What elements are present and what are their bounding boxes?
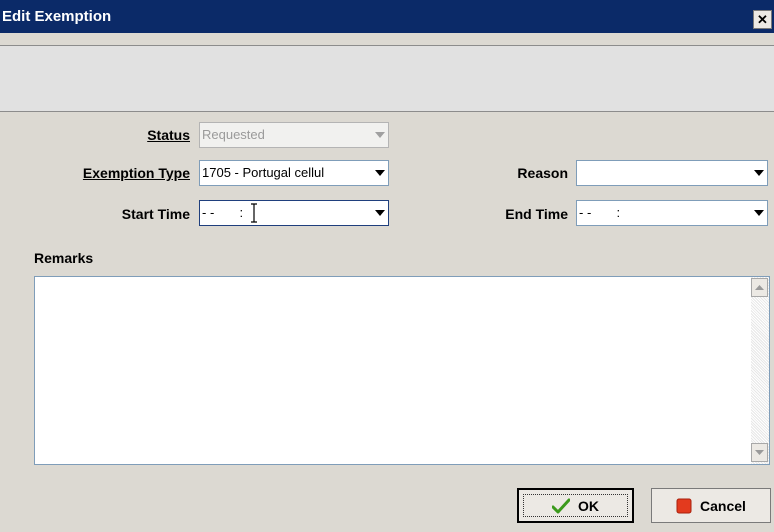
remarks-label: Remarks xyxy=(34,250,94,266)
start-time-input[interactable]: - - : xyxy=(199,200,389,226)
reason-dropdown[interactable] xyxy=(576,160,768,186)
end-time-label: End Time xyxy=(505,206,568,222)
start-time-value: - - : xyxy=(202,205,244,220)
dropdown-arrow-icon[interactable] xyxy=(750,201,767,225)
scroll-down-button[interactable] xyxy=(751,443,768,462)
end-time-value: - - : xyxy=(579,205,621,220)
end-time-input[interactable]: - - : xyxy=(576,200,768,226)
down-arrow-icon xyxy=(755,450,764,455)
cancel-label: Cancel xyxy=(700,497,746,514)
ok-button[interactable]: OK xyxy=(517,488,634,523)
reason-label: Reason xyxy=(517,165,568,181)
title-bar: Edit Exemption ✕ xyxy=(0,0,774,33)
red-square-icon xyxy=(676,498,692,513)
dropdown-arrow-icon[interactable] xyxy=(371,201,388,225)
cancel-button[interactable]: Cancel xyxy=(651,488,771,523)
focus-ring xyxy=(523,494,628,517)
remarks-textarea[interactable] xyxy=(34,276,770,465)
exemption-type-label: Exemption Type xyxy=(82,165,190,181)
scroll-up-button[interactable] xyxy=(751,278,768,297)
exemption-type-value: 1705 - Portugal cellul xyxy=(202,165,325,180)
start-time-label: Start Time xyxy=(121,206,190,222)
remarks-scrollbar[interactable] xyxy=(751,277,769,464)
status-dropdown: Requested xyxy=(199,122,389,148)
close-button[interactable]: ✕ xyxy=(753,10,772,29)
up-arrow-icon xyxy=(755,285,764,290)
dropdown-arrow-icon[interactable] xyxy=(371,161,388,185)
text-cursor-icon xyxy=(250,203,258,223)
exemption-type-dropdown[interactable]: 1705 - Portugal cellul xyxy=(199,160,389,186)
close-icon: ✕ xyxy=(757,12,768,27)
info-banner xyxy=(0,45,774,112)
window-title: Edit Exemption xyxy=(2,8,112,25)
dropdown-arrow-icon xyxy=(371,123,388,147)
status-label: Status xyxy=(147,127,190,143)
status-value: Requested xyxy=(202,127,265,142)
dropdown-arrow-icon[interactable] xyxy=(750,161,767,185)
